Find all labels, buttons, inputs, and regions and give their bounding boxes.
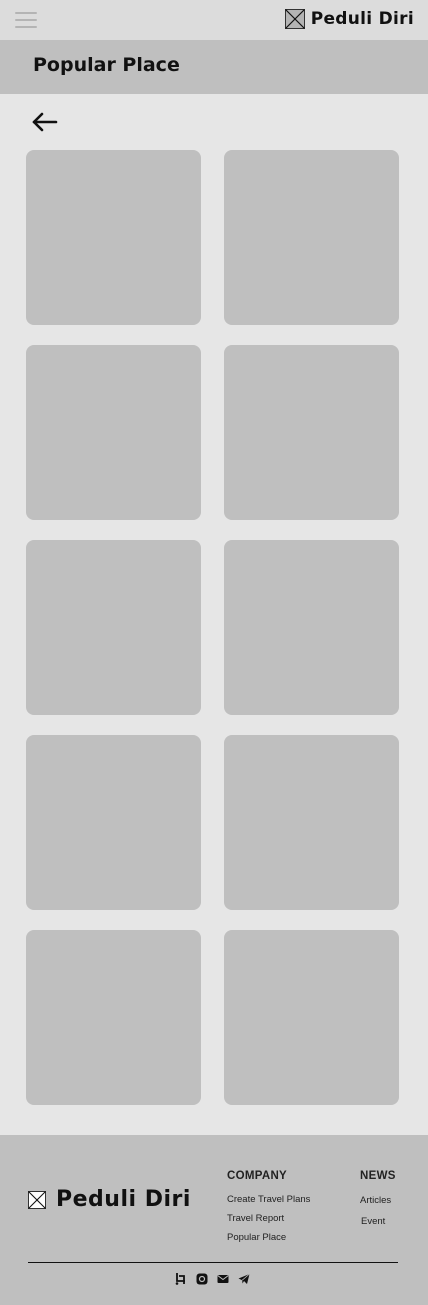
brand-name: Peduli Diri xyxy=(310,9,414,29)
place-card[interactable] xyxy=(26,345,201,520)
place-card[interactable] xyxy=(26,735,201,910)
brand[interactable]: Peduli Diri xyxy=(284,9,414,29)
footer-company-column: COMPANY Create Travel Plans Travel Repor… xyxy=(227,1170,310,1247)
footer-brand-name: Peduli Diri xyxy=(56,1187,191,1212)
footer-divider xyxy=(28,1262,398,1263)
telegram-icon[interactable] xyxy=(237,1272,251,1286)
place-card[interactable] xyxy=(224,930,399,1105)
page-title: Popular Place xyxy=(33,54,180,76)
hamburger-menu-icon[interactable] xyxy=(15,12,37,28)
logo-icon xyxy=(284,9,305,29)
place-card[interactable] xyxy=(26,540,201,715)
place-card[interactable] xyxy=(224,345,399,520)
title-band: Popular Place xyxy=(0,40,428,94)
footer-brand[interactable]: Peduli Diri xyxy=(28,1187,191,1212)
place-card[interactable] xyxy=(26,150,201,325)
place-card[interactable] xyxy=(224,540,399,715)
footer-logo-icon xyxy=(28,1190,46,1209)
place-card[interactable] xyxy=(26,930,201,1105)
place-grid xyxy=(26,150,399,1105)
footer: Peduli Diri COMPANY Create Travel Plans … xyxy=(0,1135,428,1305)
footer-news-heading: NEWS xyxy=(360,1170,396,1182)
footer-company-heading: COMPANY xyxy=(227,1170,288,1182)
social-links xyxy=(174,1272,251,1286)
footer-news-column: NEWS Articles Event xyxy=(360,1170,396,1232)
footer-link-popular-place[interactable]: Popular Place xyxy=(227,1228,310,1247)
place-card[interactable] xyxy=(224,150,399,325)
top-bar: Peduli Diri xyxy=(0,0,428,40)
footer-link-travel-report[interactable]: Travel Report xyxy=(227,1209,310,1228)
email-icon[interactable] xyxy=(216,1272,230,1286)
footer-link-event[interactable]: Event xyxy=(360,1211,396,1232)
share-icon[interactable] xyxy=(174,1272,188,1286)
footer-link-create-travel-plans[interactable]: Create Travel Plans xyxy=(227,1190,310,1209)
footer-link-articles[interactable]: Articles xyxy=(360,1190,396,1211)
back-button[interactable] xyxy=(30,110,60,134)
arrow-left-icon xyxy=(32,112,58,132)
place-card[interactable] xyxy=(224,735,399,910)
instagram-icon[interactable] xyxy=(195,1272,209,1286)
